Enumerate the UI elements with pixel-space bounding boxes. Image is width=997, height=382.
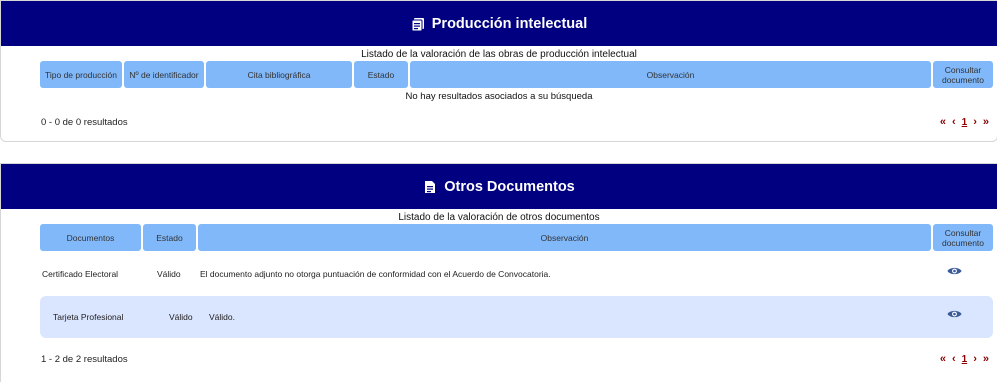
table-row: Tarjeta Profesional Válido Válido. (40, 296, 993, 338)
eye-icon[interactable] (947, 309, 962, 319)
otros-documentos-panel: Otros Documentos Listado de la valoració… (0, 163, 997, 382)
row-estado: Válido (157, 269, 181, 279)
otros-documentos-header: Otros Documentos (1, 164, 997, 209)
eye-icon[interactable] (947, 266, 962, 276)
first-page-button[interactable]: « (940, 353, 946, 365)
row-estado: Válido (169, 312, 193, 322)
col-tipo-produccion[interactable]: Tipo de producción (40, 61, 122, 88)
col-cita-bibliografica[interactable]: Cita bibliográfica (206, 61, 352, 88)
otros-documentos-title: Otros Documentos (444, 178, 575, 195)
results-count: 1 - 2 de 2 resultados (41, 354, 128, 365)
prev-page-button[interactable]: ‹ (952, 116, 956, 128)
row-documento: Tarjeta Profesional (53, 312, 124, 322)
produccion-intelectual-table-header: Tipo de producción Nº de identificador C… (40, 61, 993, 88)
col-estado[interactable]: Estado (354, 61, 408, 88)
last-page-button[interactable]: » (983, 116, 989, 128)
otros-documentos-caption: Listado de la valoración de otros docume… (398, 212, 600, 223)
pagination: « ‹ 1 › » (934, 353, 989, 365)
produccion-intelectual-title: Producción intelectual (431, 15, 588, 32)
col-observacion[interactable]: Observación (410, 61, 931, 88)
last-page-button[interactable]: » (983, 353, 989, 365)
col-estado[interactable]: Estado (143, 224, 196, 251)
col-consultar-documento[interactable]: Consultar documento (933, 224, 993, 251)
row-documento: Certificado Electoral (42, 269, 119, 279)
produccion-intelectual-panel: Producción intelectual Listado de la val… (0, 0, 997, 142)
row-observacion: Válido. (209, 312, 235, 322)
col-observacion[interactable]: Observación (198, 224, 931, 251)
results-count: 0 - 0 de 0 resultados (41, 117, 128, 128)
page-number-button[interactable]: 1 (962, 354, 968, 365)
document-list-icon (411, 17, 425, 31)
produccion-intelectual-header: Producción intelectual (1, 1, 997, 46)
row-observacion: El documento adjunto no otorga puntuació… (200, 269, 551, 279)
col-consultar-documento[interactable]: Consultar documento (933, 61, 993, 88)
col-numero-identificador[interactable]: Nº de identificador (124, 61, 204, 88)
first-page-button[interactable]: « (940, 116, 946, 128)
produccion-intelectual-caption: Listado de la valoración de las obras de… (361, 49, 637, 60)
prev-page-button[interactable]: ‹ (952, 353, 956, 365)
page-number-button[interactable]: 1 (962, 117, 968, 128)
next-page-button[interactable]: › (973, 353, 977, 365)
col-documentos[interactable]: Documentos (40, 224, 141, 251)
file-text-icon (423, 180, 437, 194)
next-page-button[interactable]: › (973, 116, 977, 128)
pagination: « ‹ 1 › » (934, 116, 989, 128)
empty-results-message: No hay resultados asociados a su búsqued… (405, 91, 593, 102)
otros-documentos-table-header: Documentos Estado Observación Consultar … (40, 224, 993, 251)
table-row: Certificado Electoral Válido El document… (40, 261, 993, 287)
